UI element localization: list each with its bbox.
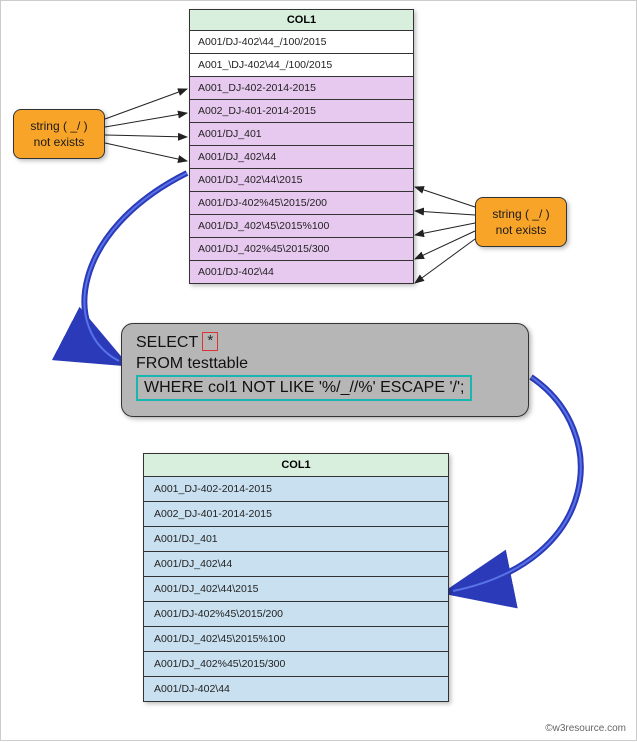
table-row: A001/DJ_402\44 [190,146,413,169]
annotation-right: string ( _/ ) not exists [475,197,567,247]
sql-select-line: SELECT * [136,334,514,353]
copyright-text: ©w3resource.com [545,723,626,734]
table-row: A001/DJ-402%45\2015/200 [144,602,448,627]
result-table-header: COL1 [144,454,448,477]
table-row: A001/DJ-402%45\2015/200 [190,192,413,215]
sql-keyword-select: SELECT [136,334,198,351]
annotation-text: string ( _/ ) [24,118,94,134]
table-row: A001/DJ_402\45\2015%100 [190,215,413,238]
table-row: A001/DJ-402\44_/100/2015 [190,31,413,54]
annotation-left: string ( _/ ) not exists [13,109,105,159]
table-row: A001/DJ_402\45\2015%100 [144,627,448,652]
annotation-text: string ( _/ ) [486,206,556,222]
table-row: A001/DJ_402\44\2015 [144,577,448,602]
table-row: A001/DJ-402\44 [144,677,448,701]
sql-from-line: FROM testtable [136,355,514,373]
sql-star-box: * [202,332,218,351]
table-row: A001/DJ_401 [144,527,448,552]
annotation-text: not exists [24,134,94,150]
table-row: A002_DJ-401-2014-2015 [144,502,448,527]
table-row: A001/DJ_402%45\2015/300 [190,238,413,261]
sql-query-panel: SELECT * FROM testtable WHERE col1 NOT L… [121,323,529,417]
table-row: A001/DJ_402\44 [144,552,448,577]
sql-where-wrap: WHERE col1 NOT LIKE '%/_//%' ESCAPE '/'; [136,373,514,401]
table-row: A002_DJ-401-2014-2015 [190,100,413,123]
source-table: COL1 A001/DJ-402\44_/100/2015 A001_\DJ-4… [189,9,414,284]
table-row: A001/DJ_402\44\2015 [190,169,413,192]
sql-where-line: WHERE col1 NOT LIKE '%/_//%' ESCAPE '/'; [136,375,472,401]
source-table-header: COL1 [190,10,413,31]
table-row: A001/DJ_402%45\2015/300 [144,652,448,677]
table-row: A001_DJ-402-2014-2015 [144,477,448,502]
table-row: A001/DJ_401 [190,123,413,146]
table-row: A001_\DJ-402\44_/100/2015 [190,54,413,77]
annotation-text: not exists [486,222,556,238]
table-row: A001_DJ-402-2014-2015 [190,77,413,100]
result-table: COL1 A001_DJ-402-2014-2015 A002_DJ-401-2… [143,453,449,702]
table-row: A001/DJ-402\44 [190,261,413,283]
